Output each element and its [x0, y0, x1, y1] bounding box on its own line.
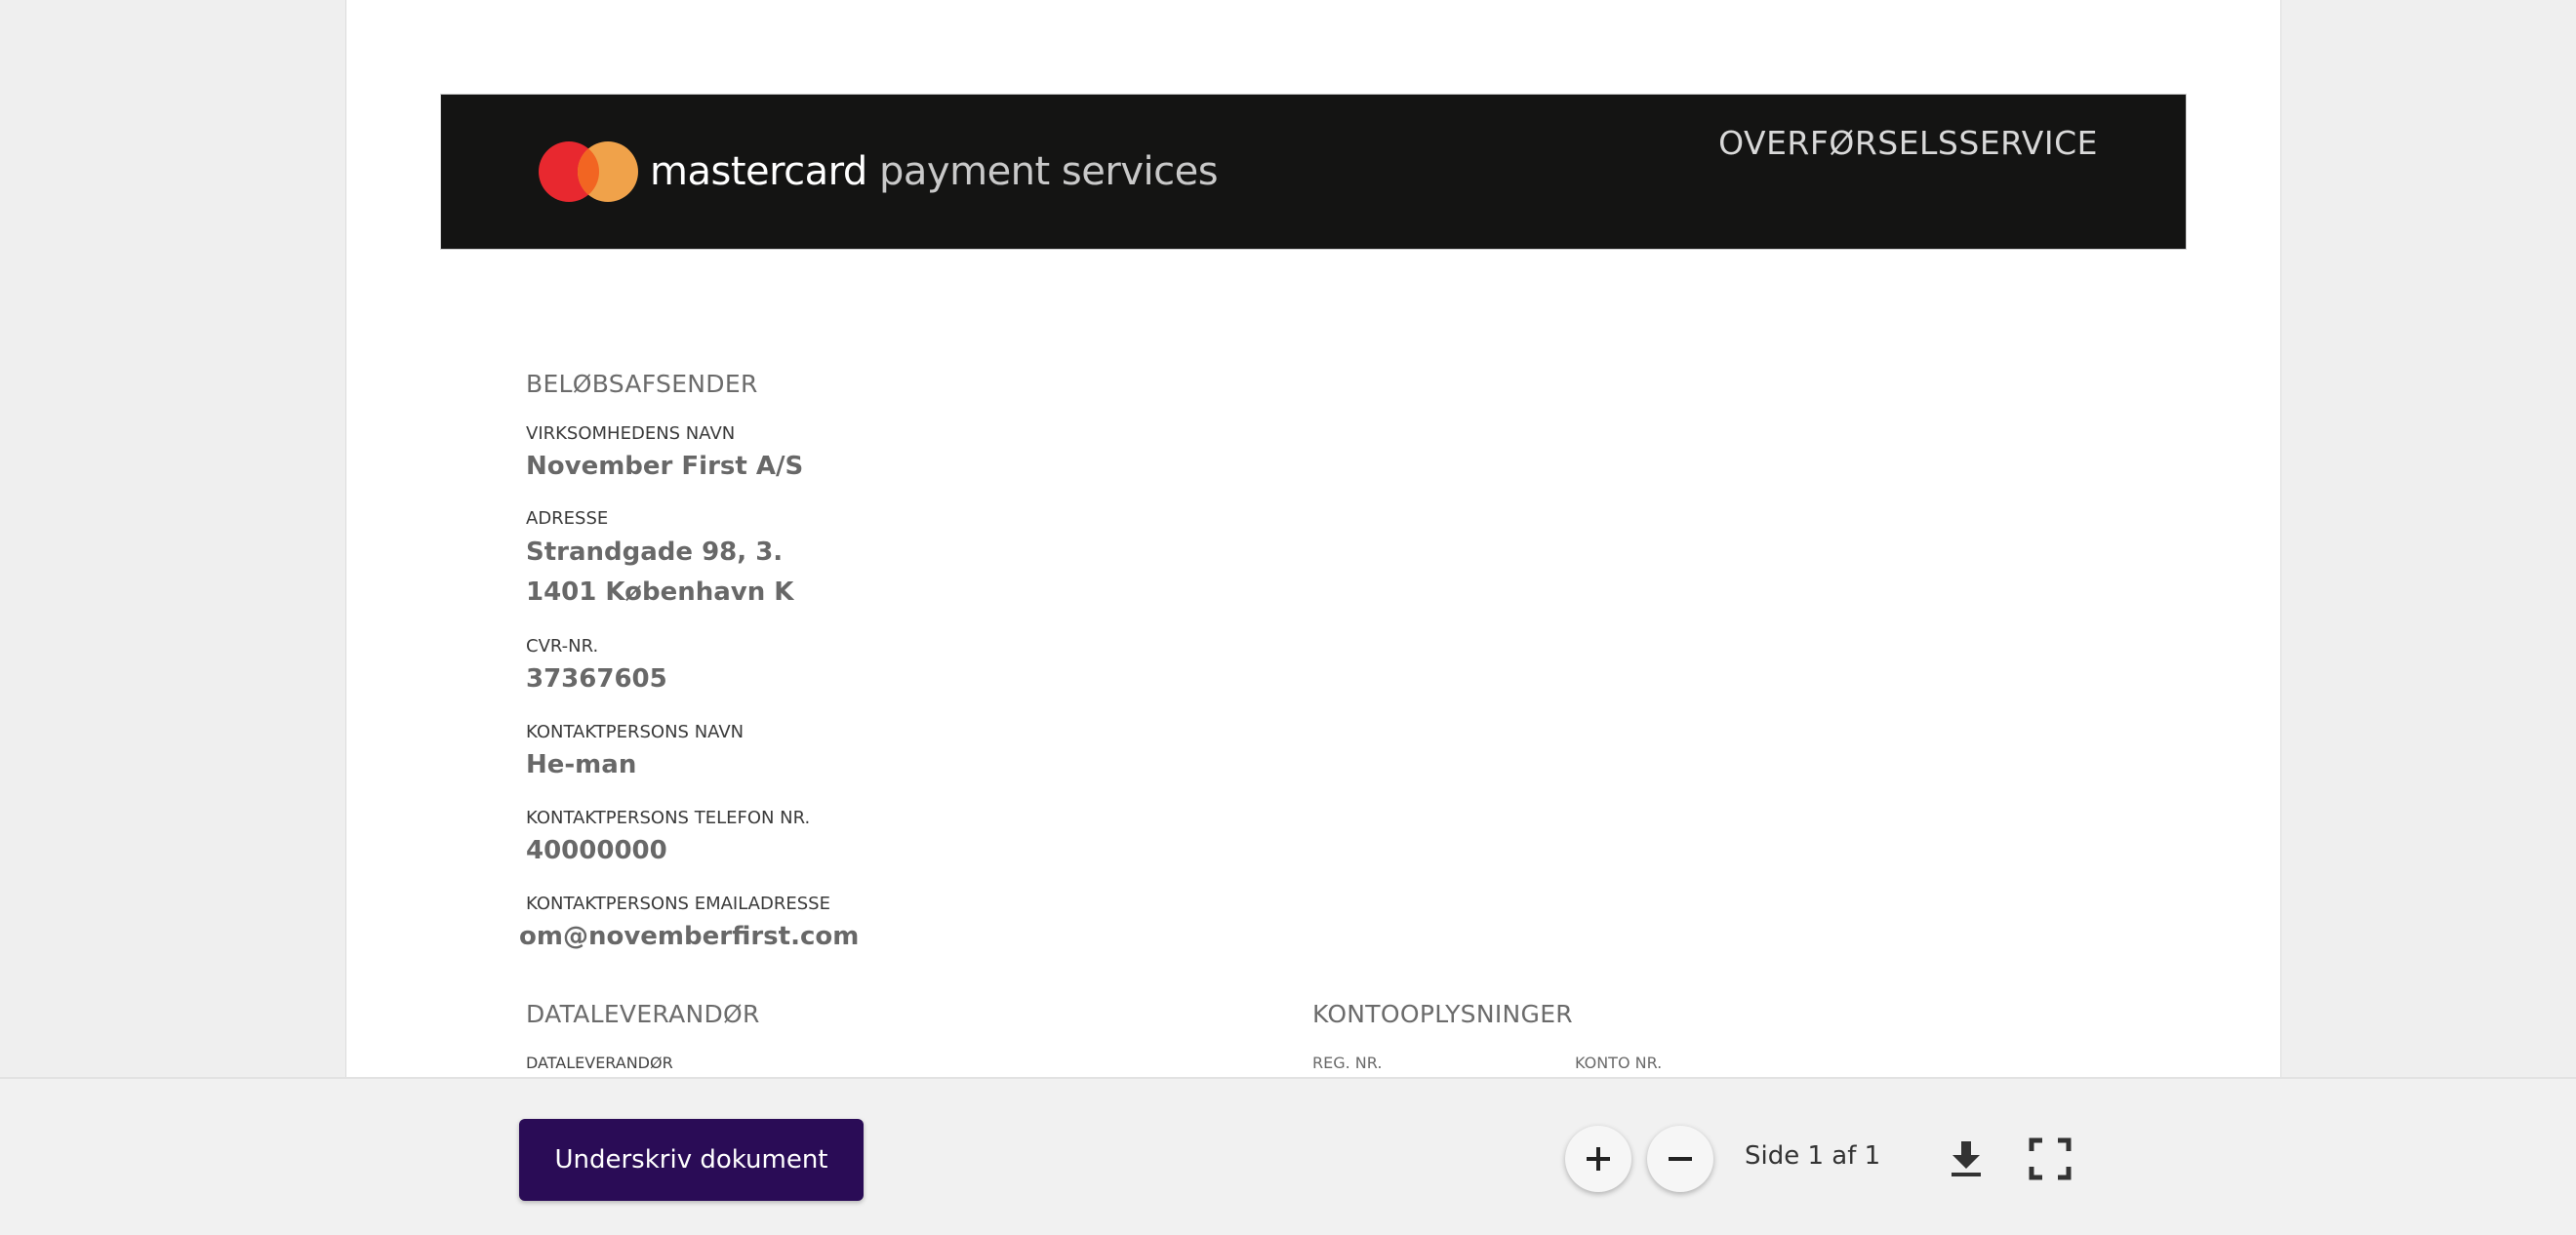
contact-name-label: KONTAKTPERSONS NAVN — [526, 722, 745, 742]
brand-name: mastercard payment services — [650, 141, 1219, 202]
zoom-in-icon — [1587, 1147, 1610, 1171]
address-line1-value: Strandgade 98, 3. — [526, 538, 784, 567]
account-number-label: KONTO NR. — [1575, 1054, 1663, 1072]
company-name-value: November First A/S — [526, 452, 804, 481]
contact-email-value: om@novemberfirst.com — [519, 922, 860, 951]
contact-email-label: KONTAKTPERSONS EMAILADRESSE — [526, 894, 830, 914]
address-label: ADRESSE — [526, 508, 609, 529]
page-indicator: Side 1 af 1 — [1745, 1141, 1881, 1171]
sign-document-button[interactable]: Underskriv dokument — [519, 1119, 864, 1201]
document-page: mastercard payment services OVERFØRSELSS… — [345, 0, 2281, 1077]
mastercard-logo-icon — [539, 141, 638, 202]
zoom-out-icon — [1669, 1157, 1692, 1161]
contact-name-value: He-man — [526, 750, 637, 779]
cvr-value: 37367605 — [526, 664, 667, 694]
account-section-title: KONTOOPLYSNINGER — [1312, 1000, 1573, 1028]
fullscreen-icon[interactable] — [2029, 1137, 2072, 1180]
reg-number-label: REG. NR. — [1312, 1054, 1383, 1072]
data-provider-section-title: DATALEVERANDØR — [526, 1000, 760, 1028]
bottom-toolbar: Underskriv dokument Side 1 af 1 — [0, 1077, 2576, 1235]
cvr-label: CVR-NR. — [526, 636, 599, 657]
data-provider-label: DATALEVERANDØR — [526, 1054, 673, 1072]
service-title: OVERFØRSELSSERVICE — [1718, 124, 2098, 162]
zoom-in-button[interactable] — [1565, 1126, 1631, 1192]
address-line2-value: 1401 København K — [526, 578, 794, 607]
brand-suffix-text: payment services — [879, 149, 1219, 194]
header-banner: mastercard payment services OVERFØRSELSS… — [440, 94, 2187, 250]
download-icon[interactable] — [1945, 1137, 1988, 1180]
contact-phone-label: KONTAKTPERSONS TELEFON NR. — [526, 808, 811, 828]
brand-mastercard-text: mastercard — [650, 149, 867, 194]
sender-section-title: BELØBSAFSENDER — [526, 370, 758, 398]
company-name-label: VIRKSOMHEDENS NAVN — [526, 423, 736, 444]
zoom-out-button[interactable] — [1647, 1126, 1713, 1192]
contact-phone-value: 40000000 — [526, 836, 667, 865]
document-viewer[interactable]: mastercard payment services OVERFØRSELSS… — [0, 0, 2576, 1077]
